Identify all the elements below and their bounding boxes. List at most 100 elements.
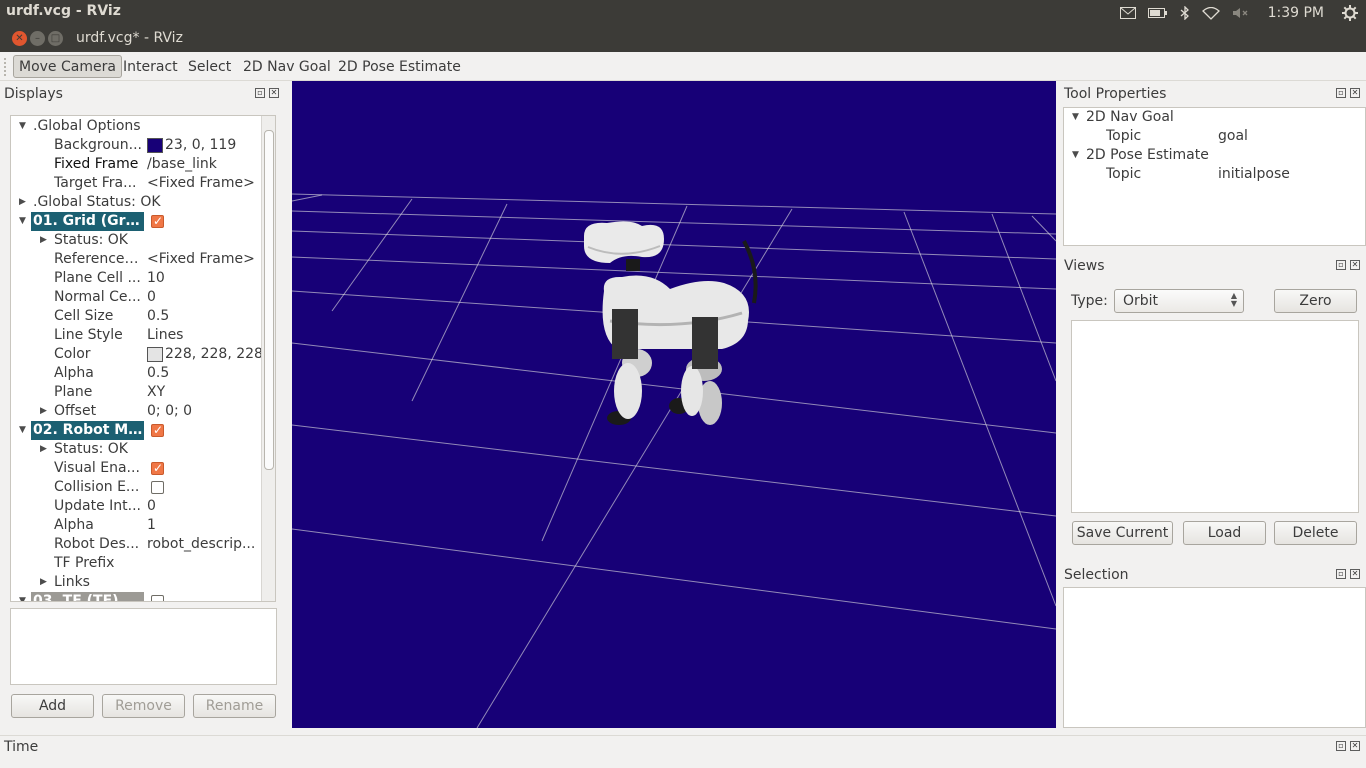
visual-enabled-checkbox[interactable] [151,459,164,478]
tool-row-pose-estimate-topic[interactable]: Topic initialpose [1064,165,1364,184]
tree-row-update-interval[interactable]: Update Int... 0 [11,497,263,516]
tool-select[interactable]: Select [182,55,237,78]
selection-properties-box[interactable] [1063,587,1366,728]
undock-icon[interactable]: ▫ [1336,569,1346,579]
zero-view-button[interactable]: Zero [1274,289,1357,313]
settings-gear-icon[interactable] [1342,5,1358,21]
undock-icon[interactable]: ▫ [1336,260,1346,270]
bluetooth-icon[interactable] [1180,6,1190,20]
updown-arrows-icon: ▲ ▼ [1230,291,1237,308]
views-type-select[interactable]: Orbit ▲ ▼ [1114,289,1244,313]
tool-row-pose-estimate[interactable]: ▼ 2D Pose Estimate [1064,146,1364,165]
undock-icon[interactable]: ▫ [255,88,265,98]
save-current-view-button[interactable]: Save Current [1072,521,1173,545]
render-3d-view[interactable] [292,81,1056,728]
tree-row-offset[interactable]: ▶ Offset 0; 0; 0 [11,402,263,421]
views-type-label: Type: [1071,293,1108,309]
close-icon[interactable]: ✕ [1350,569,1360,579]
expand-arrow-icon[interactable]: ▼ [19,592,26,601]
tf-enabled-checkbox[interactable] [151,595,164,601]
tree-row-normal-cell-count[interactable]: Normal Ce... 0 [11,288,263,307]
window-maximize-button[interactable]: □ [48,31,63,46]
expand-arrow-icon[interactable]: ▼ [1072,146,1079,165]
expand-arrow-icon[interactable]: ▼ [19,117,26,136]
expand-arrow-icon[interactable]: ▼ [19,212,26,231]
collision-enabled-checkbox[interactable] [151,481,164,494]
selection-panel-title: Selection [1064,567,1129,583]
toolbar-grip[interactable] [4,58,7,76]
tree-row-plane-cell-count[interactable]: Plane Cell ... 10 [11,269,263,288]
tree-row-robot-model-display[interactable]: ▼ 02. Robot Mo... [11,421,263,440]
collapsed-arrow-icon[interactable]: ▶ [40,440,47,459]
tool-properties-dock-buttons: ▫ ✕ [1336,88,1360,98]
robot-model-enabled-checkbox[interactable] [151,421,164,440]
collapsed-arrow-icon[interactable]: ▶ [40,573,47,592]
remove-display-button[interactable]: Remove [102,694,185,718]
tree-row-background[interactable]: Backgroun... 23, 0, 119 [11,136,263,155]
time-panel: Time ▫ ✕ [0,735,1366,768]
color-swatch[interactable] [147,138,163,153]
tool-move-camera[interactable]: Move Camera [13,55,122,78]
grid-enabled-checkbox[interactable] [151,212,164,231]
window-title-bar[interactable]: ✕ – □ urdf.vcg* - RViz [0,25,1366,52]
tree-row-tf-prefix[interactable]: TF Prefix [11,554,263,573]
tool-2d-pose-estimate[interactable]: 2D Pose Estimate [332,55,467,78]
clock[interactable]: 1:39 PM [1268,5,1324,21]
battery-icon[interactable] [1147,7,1168,19]
displays-panel-title: Displays [4,86,63,102]
expand-arrow-icon[interactable]: ▼ [1072,108,1079,127]
close-icon[interactable]: ✕ [1350,260,1360,270]
tree-row-fixed-frame[interactable]: Fixed Frame /base_link [11,155,263,174]
app-title: urdf.vcg - RViz [6,3,121,19]
collapsed-arrow-icon[interactable]: ▶ [40,402,47,421]
saved-views-list[interactable] [1071,320,1359,513]
tree-row-robot-alpha[interactable]: Alpha 1 [11,516,263,535]
tool-row-nav-goal[interactable]: ▼ 2D Nav Goal [1064,108,1364,127]
tool-properties-tree[interactable]: ▼ 2D Nav Goal Topic goal ▼ 2D Pose Estim… [1063,107,1366,246]
close-icon[interactable]: ✕ [269,88,279,98]
add-display-button[interactable]: Add [11,694,94,718]
time-panel-title: Time [4,739,39,755]
wifi-icon[interactable] [1201,6,1220,20]
volume-muted-icon[interactable] [1232,7,1250,19]
collapsed-arrow-icon[interactable]: ▶ [19,193,26,212]
tree-row-color[interactable]: Color 228, 228, 228 [11,345,263,364]
tree-row-target-frame[interactable]: Target Fra... <Fixed Frame> [11,174,263,193]
tree-row-collision-enabled[interactable]: Collision E... [11,478,263,497]
tree-row-robot-status[interactable]: ▶ Status: OK [11,440,263,459]
scrollbar-thumb[interactable] [264,130,274,470]
color-swatch[interactable] [147,347,163,362]
tools-toolbar: Move Camera Interact Select 2D Nav Goal … [0,52,1366,81]
tree-row-grid-status[interactable]: ▶ Status: OK [11,231,263,250]
close-icon[interactable]: ✕ [1350,88,1360,98]
tree-row-alpha[interactable]: Alpha 0.5 [11,364,263,383]
window-close-button[interactable]: ✕ [12,31,27,46]
delete-view-button[interactable]: Delete [1274,521,1357,545]
tree-row-tf-display[interactable]: ▼ 03. TF (TF) [11,592,263,601]
rename-display-button[interactable]: Rename [193,694,276,718]
tree-row-global-status[interactable]: ▶ .Global Status: OK [11,193,263,212]
displays-scrollbar[interactable] [261,116,275,601]
system-tray: 1:39 PM [1119,3,1358,23]
tool-interact[interactable]: Interact [117,55,184,78]
displays-tree[interactable]: ▼ .Global Options Backgroun... 23, 0, 11… [10,115,276,602]
tool-row-nav-goal-topic[interactable]: Topic goal [1064,127,1364,146]
tree-row-line-style[interactable]: Line Style Lines [11,326,263,345]
undock-icon[interactable]: ▫ [1336,741,1346,751]
tool-2d-nav-goal[interactable]: 2D Nav Goal [237,55,337,78]
tree-row-robot-description[interactable]: Robot Des... robot_descrip... [11,535,263,554]
tree-row-plane[interactable]: Plane XY [11,383,263,402]
tree-row-links[interactable]: ▶ Links [11,573,263,592]
tree-row-global-options[interactable]: ▼ .Global Options [11,117,263,136]
load-view-button[interactable]: Load [1183,521,1266,545]
tree-row-reference-frame[interactable]: Reference ... <Fixed Frame> [11,250,263,269]
undock-icon[interactable]: ▫ [1336,88,1346,98]
collapsed-arrow-icon[interactable]: ▶ [40,231,47,250]
mail-icon[interactable] [1119,7,1136,19]
tree-row-grid-display[interactable]: ▼ 01. Grid (Grid) [11,212,263,231]
tree-row-visual-enabled[interactable]: Visual Ena... [11,459,263,478]
close-icon[interactable]: ✕ [1350,741,1360,751]
expand-arrow-icon[interactable]: ▼ [19,421,26,440]
window-minimize-button[interactable]: – [30,31,45,46]
tree-row-cell-size[interactable]: Cell Size 0.5 [11,307,263,326]
